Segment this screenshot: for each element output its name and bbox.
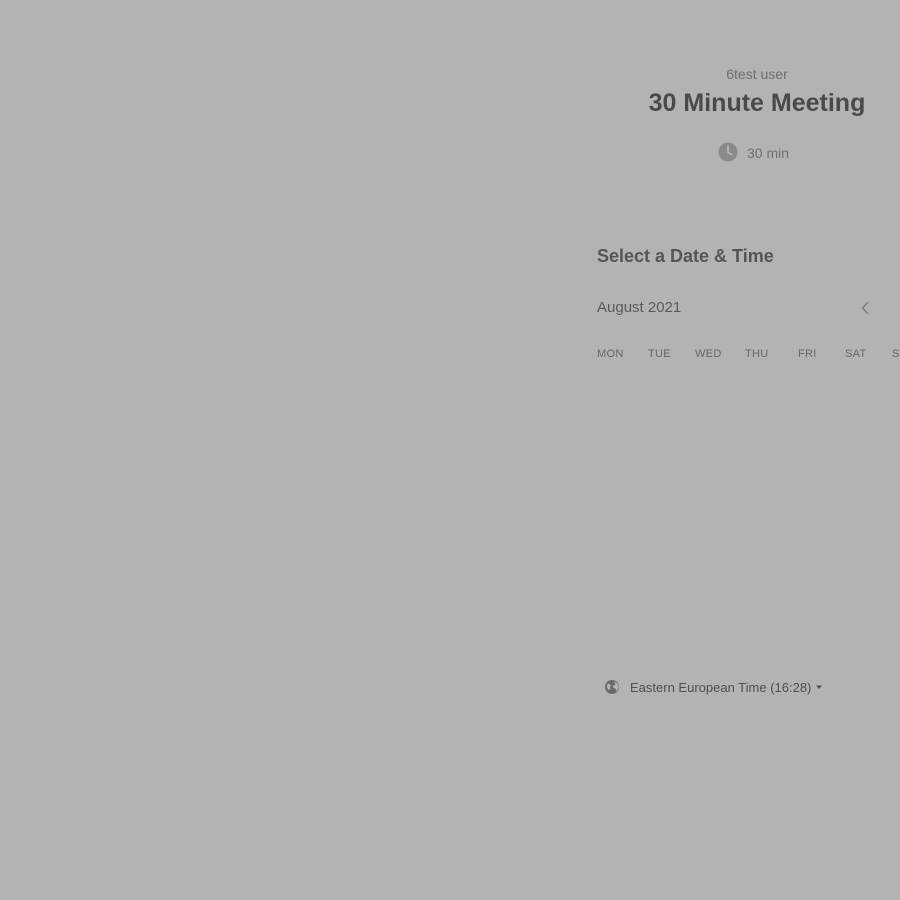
weekday-label-sat: SAT bbox=[845, 348, 867, 360]
event-duration: 30 min bbox=[718, 141, 789, 163]
weekday-label-thu: THU bbox=[745, 348, 769, 360]
duration-label: 30 min bbox=[747, 145, 790, 161]
weekday-label-tue: TUE bbox=[648, 348, 671, 360]
timezone-label: Eastern European Time (16:28) bbox=[630, 679, 812, 695]
timezone-selector[interactable]: Eastern European Time (16:28) bbox=[604, 677, 823, 697]
clock-icon bbox=[718, 142, 738, 162]
weekday-label-mon: MON bbox=[597, 348, 624, 360]
globe-icon bbox=[605, 680, 619, 694]
host-name: 6test user bbox=[726, 66, 788, 82]
calendar-month-label: August 2021 bbox=[597, 299, 682, 316]
weekday-label-fri: FRI bbox=[798, 348, 817, 360]
caret-down-icon bbox=[816, 685, 823, 689]
chevron-left-icon bbox=[861, 301, 869, 315]
event-title: 30 Minute Meeting bbox=[648, 89, 866, 117]
weekday-label-wed: WED bbox=[695, 348, 722, 360]
booking-page-overlay: 6test user 30 Minute Meeting 30 min Sele… bbox=[0, 0, 900, 900]
weekday-label-sun: S bbox=[892, 348, 900, 360]
previous-month-button[interactable] bbox=[853, 296, 877, 320]
select-date-time-heading: Select a Date & Time bbox=[597, 246, 774, 266]
